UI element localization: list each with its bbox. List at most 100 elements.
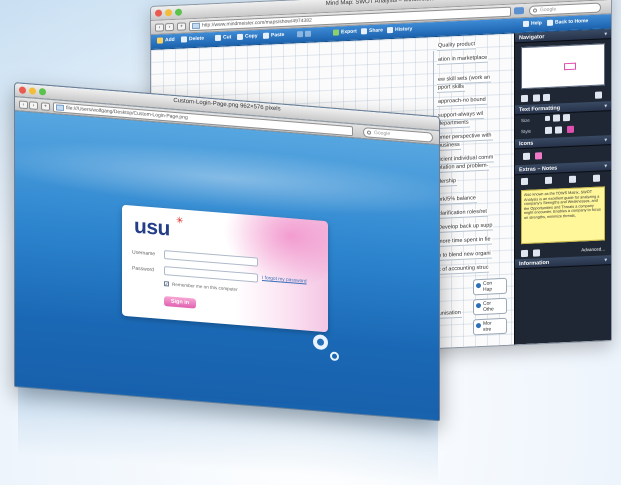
collapse-icon[interactable]: ▾ — [604, 137, 607, 143]
search-field[interactable]: Google — [529, 2, 601, 16]
save-note-icon[interactable] — [521, 249, 528, 258]
map-node[interactable]: departments — [437, 119, 470, 129]
icons-title: Icons — [519, 140, 534, 148]
map-node[interactable]: Quality product — [437, 41, 476, 51]
add-bookmark-icon[interactable]: + — [41, 102, 50, 111]
italic-icon[interactable] — [555, 126, 562, 134]
usu-logo: usu — [134, 214, 170, 241]
note-textarea[interactable]: Also known as the TOWS Matrix, SWOT Anal… — [521, 186, 605, 245]
back-arrow-icon[interactable]: ‹ — [19, 100, 28, 110]
notes-icon[interactable] — [521, 177, 528, 186]
heart-icon[interactable] — [535, 152, 542, 160]
advanced-link[interactable]: Advanced... — [581, 246, 605, 252]
map-node[interactable]: Develop back up supp — [437, 222, 494, 233]
information-title: Information — [519, 259, 550, 268]
back-arrow-icon[interactable]: ‹ — [155, 23, 164, 32]
topic-bullet-icon — [476, 282, 481, 289]
delete-note-icon[interactable] — [533, 249, 540, 257]
paste-button[interactable]: Paste — [263, 32, 284, 39]
sign-in-button[interactable]: Sign in — [164, 296, 196, 309]
viewport-frame[interactable] — [564, 62, 576, 71]
username-label: Username — [132, 249, 156, 258]
cut-button[interactable]: Cut — [215, 34, 231, 42]
topic-sub: stre — [483, 326, 492, 333]
search-placeholder: Google — [540, 6, 557, 14]
delete-label: Delete — [189, 35, 205, 43]
help-icon — [523, 20, 529, 28]
share-label: Share — [369, 27, 383, 35]
bold-icon[interactable] — [545, 126, 552, 135]
forward-arrow-icon[interactable]: › — [29, 101, 38, 110]
share-icon — [361, 28, 367, 35]
undo-redo-icons[interactable] — [297, 30, 311, 38]
collapse-icon[interactable]: ▾ — [604, 257, 607, 263]
topic-bullet-icon — [476, 322, 481, 329]
map-node[interactable]: ousiness — [437, 141, 461, 151]
map-node[interactable]: k of accounting struc — [437, 264, 490, 275]
add-bookmark-icon[interactable]: + — [177, 22, 186, 31]
collapse-icon[interactable]: ▾ — [604, 103, 607, 109]
map-node[interactable]: pport skills — [437, 83, 465, 93]
zoom-out-icon[interactable] — [543, 93, 550, 102]
home-icon — [547, 19, 553, 26]
remember-me-checkbox[interactable]: ✓ — [164, 281, 169, 287]
add-label: Add — [165, 36, 175, 44]
topic-node[interactable]: Cor Othe — [473, 297, 507, 316]
add-button[interactable]: Add — [157, 37, 175, 44]
collapse-icon[interactable]: ▾ — [604, 31, 607, 37]
history-label: History — [395, 26, 413, 33]
undo-icon — [297, 31, 303, 38]
topic-bullet-icon — [476, 302, 481, 309]
map-node[interactable]: ation in marketplace — [437, 54, 489, 65]
copy-button[interactable]: Copy — [237, 33, 258, 41]
star-icon[interactable] — [523, 152, 530, 161]
settings-icon[interactable] — [595, 91, 602, 99]
forward-arrow-icon[interactable]: › — [165, 22, 174, 32]
remember-me-label: Remember me on this computer — [172, 281, 238, 292]
url-text: http://www.mindmeister.com/maps/show/497… — [202, 17, 312, 29]
sidebar-panel: Navigator ▾ Text Formatting ▾ Size Style I… — [514, 29, 611, 345]
fit-icon[interactable] — [521, 94, 528, 103]
logo-star-icon: ✳ — [176, 215, 184, 226]
text-formatting-title: Text Formatting — [519, 105, 561, 114]
size-label: Size — [521, 117, 530, 124]
map-node[interactable]: more time spent in fie — [437, 236, 492, 247]
size-medium-icon[interactable] — [553, 114, 560, 122]
map-node[interactable]: omer perspective with — [437, 132, 493, 143]
history-button[interactable]: History — [387, 26, 413, 34]
task-icon[interactable] — [593, 174, 600, 182]
map-node[interactable]: n to blend new organi — [437, 250, 492, 261]
copy-label: Copy — [245, 33, 258, 40]
size-small-icon[interactable] — [545, 115, 550, 122]
link-icon[interactable] — [545, 176, 552, 185]
add-icon — [157, 37, 163, 44]
color-swatch-icon[interactable] — [567, 125, 574, 134]
back-to-home-button[interactable]: Back to Home — [547, 18, 588, 26]
map-node[interactable]: ntation and problem- — [437, 162, 490, 173]
topic-node[interactable]: Mor stre — [473, 317, 507, 336]
zoom-in-icon[interactable] — [533, 94, 540, 102]
map-node[interactable]: approach-no bound — [437, 96, 487, 107]
navigator-preview[interactable] — [521, 43, 605, 90]
export-button[interactable]: Export — [333, 29, 357, 36]
extras-notes-title: Extras – Notes — [519, 165, 558, 174]
paste-icon — [263, 32, 269, 39]
search-placeholder: Google — [374, 129, 391, 138]
cut-icon — [215, 34, 221, 42]
map-node[interactable]: clarification roles/ret — [437, 208, 488, 219]
attachment-icon[interactable] — [569, 175, 576, 183]
map-node[interactable]: dership — [437, 178, 458, 187]
map-node[interactable]: ork/5% balance — [437, 195, 477, 205]
search-icon — [367, 130, 371, 135]
size-large-icon[interactable] — [563, 113, 570, 122]
delete-button[interactable]: Delete — [181, 36, 204, 43]
rss-icon[interactable] — [514, 7, 524, 15]
history-icon — [387, 26, 393, 34]
topic-node[interactable]: Con Hap — [473, 277, 507, 296]
password-label: Password — [132, 265, 154, 274]
help-button[interactable]: Help — [523, 20, 542, 28]
copy-icon — [237, 33, 243, 41]
share-button[interactable]: Share — [361, 27, 383, 35]
collapse-icon[interactable]: ▾ — [604, 163, 607, 169]
delete-icon — [181, 36, 187, 43]
